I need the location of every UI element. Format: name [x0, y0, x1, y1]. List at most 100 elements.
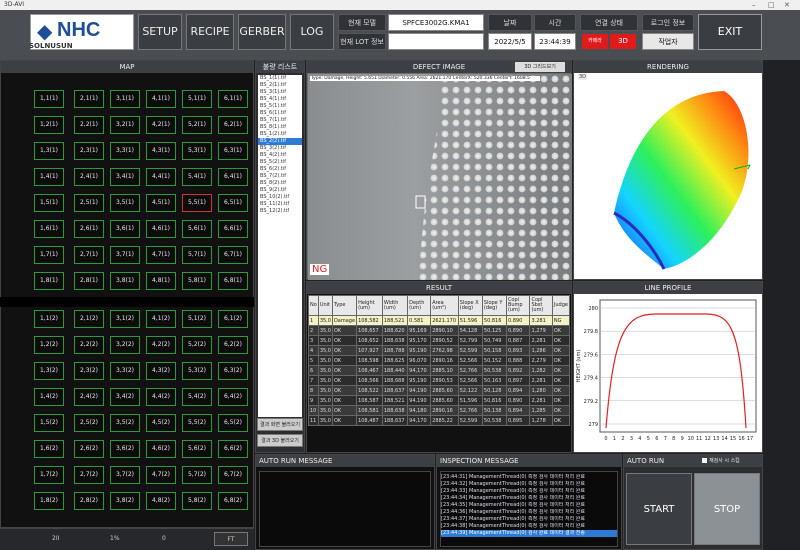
recipe-button[interactable]: RECIPE: [186, 14, 234, 50]
skip-retest-checkbox[interactable]: 재검사 시 스킵: [702, 457, 740, 464]
map-cell[interactable]: 4,3(2): [146, 362, 176, 380]
load-3d-button[interactable]: 결과 3D 불러오기: [257, 434, 303, 447]
defect-list-item[interactable]: BS_6(1).tif: [258, 110, 302, 117]
map-cell[interactable]: 5,6(2): [182, 440, 212, 458]
map-cell[interactable]: 2,6(2): [74, 440, 104, 458]
map-cell[interactable]: 4,6(1): [146, 220, 176, 238]
map-cell[interactable]: 2,2(1): [74, 116, 104, 134]
defect-list-item[interactable]: BS_5(2).tif: [258, 159, 302, 166]
map-cell[interactable]: 4,2(1): [146, 116, 176, 134]
map-cell[interactable]: 3,4(1): [110, 168, 140, 186]
map-cell[interactable]: 2,1(1): [74, 90, 104, 108]
start-button[interactable]: START: [626, 473, 692, 545]
map-cell[interactable]: 1,6(2): [34, 440, 64, 458]
map-cell[interactable]: 5,8(2): [182, 492, 212, 510]
defect-list-item[interactable]: BS_8(2).tif: [258, 180, 302, 187]
map-cell[interactable]: 3,8(1): [110, 272, 140, 290]
stop-button[interactable]: STOP: [694, 473, 760, 545]
map-cell[interactable]: 5,1(1): [182, 90, 212, 108]
map-cell[interactable]: 2,8(1): [74, 272, 104, 290]
result-column-header[interactable]: Judge: [551, 295, 570, 316]
map-cell[interactable]: 4,2(2): [146, 336, 176, 354]
map-cell[interactable]: 4,4(1): [146, 168, 176, 186]
defect-list-item[interactable]: BS_11(2).tif: [258, 201, 302, 208]
result-column-header[interactable]: Unit: [317, 295, 333, 316]
map-cell[interactable]: 3,3(2): [110, 362, 140, 380]
map-cell[interactable]: 1,3(2): [34, 362, 64, 380]
map-cell[interactable]: 2,4(2): [74, 388, 104, 406]
result-row[interactable]: 8 35,0 OK 108,522 188,637 94,190 2885,60 52,122…: [308, 385, 570, 396]
map-cell[interactable]: 2,3(1): [74, 142, 104, 160]
map-cell[interactable]: 6,5(2): [218, 414, 248, 432]
map-cell[interactable]: 5,2(1): [182, 116, 212, 134]
map-cell[interactable]: 3,2(1): [110, 116, 140, 134]
map-cell[interactable]: 2,6(1): [74, 220, 104, 238]
map-cell[interactable]: 1,8(2): [34, 492, 64, 510]
defect-list-item[interactable]: BS_7(2).tif: [258, 173, 302, 180]
map-cell[interactable]: 4,3(1): [146, 142, 176, 160]
load-result-button[interactable]: 결과 화면 불러오기: [257, 418, 303, 431]
3d-render-view[interactable]: [574, 73, 762, 279]
map-cell[interactable]: 2,5(1): [74, 194, 104, 212]
result-column-header[interactable]: Width (um): [381, 295, 409, 316]
defect-list-item[interactable]: BS_12(2).tif: [258, 208, 302, 215]
map-cell[interactable]: 3,3(1): [110, 142, 140, 160]
map-cell[interactable]: 1,8(1): [34, 272, 64, 290]
map-cell[interactable]: 5,4(2): [182, 388, 212, 406]
map-cell[interactable]: 6,3(2): [218, 362, 248, 380]
defect-list-item[interactable]: BS_2(1).tif: [258, 82, 302, 89]
maximize-icon[interactable]: □: [768, 0, 775, 10]
map-cell[interactable]: 5,4(1): [182, 168, 212, 186]
result-column-header[interactable]: No: [308, 295, 319, 316]
checkbox-icon[interactable]: [702, 458, 707, 463]
map-cell[interactable]: 5,3(1): [182, 142, 212, 160]
map-cell[interactable]: 6,6(2): [218, 440, 248, 458]
log-button[interactable]: LOG: [290, 14, 334, 50]
map-cell[interactable]: 5,3(2): [182, 362, 212, 380]
map-cell[interactable]: 5,7(2): [182, 466, 212, 484]
result-column-header[interactable]: Slope Y (deg): [481, 295, 507, 316]
result-column-header[interactable]: Type: [331, 295, 358, 316]
result-row[interactable]: 9 35,0 OK 108,587 188,521 94,190 2885,60 51,596…: [308, 395, 570, 406]
map-cell[interactable]: 2,8(2): [74, 492, 104, 510]
map-cell[interactable]: 6,8(1): [218, 272, 248, 290]
result-table[interactable]: No Unit Type Height (um) Width (um) Depth (um…: [308, 295, 570, 426]
map-cell[interactable]: 4,7(2): [146, 466, 176, 484]
map-cell[interactable]: 4,8(2): [146, 492, 176, 510]
map-cell[interactable]: 1,6(1): [34, 220, 64, 238]
map-cell[interactable]: 4,4(2): [146, 388, 176, 406]
inspection-message-log[interactable]: [23:44:31] ManagementThread(0) 측정 검사 데이터…: [440, 471, 618, 547]
map-cell[interactable]: 1,3(1): [34, 142, 64, 160]
map-cell[interactable]: 4,1(1): [146, 90, 176, 108]
defect-list-item[interactable]: BS_1(1).tif: [258, 75, 302, 82]
result-column-header[interactable]: Depth (um): [407, 295, 432, 316]
map-cell[interactable]: 6,3(1): [218, 142, 248, 160]
result-row[interactable]: 11 35,0 OK 108,487 188,637 94,170 2885,22 52,59…: [308, 415, 570, 426]
gerber-button[interactable]: GERBER: [238, 14, 286, 50]
map-cell[interactable]: 2,3(2): [74, 362, 104, 380]
defect-list-item[interactable]: BS_3(2).tif: [258, 145, 302, 152]
footer-ft-button[interactable]: FT: [214, 532, 248, 546]
map-cell[interactable]: 5,2(2): [182, 336, 212, 354]
map-cell[interactable]: 4,8(1): [146, 272, 176, 290]
result-column-header[interactable]: Copl Bump (um): [505, 295, 531, 316]
defect-list-item[interactable]: BS_1(2).tif: [258, 131, 302, 138]
map-cell[interactable]: 3,2(2): [110, 336, 140, 354]
map-cell[interactable]: 2,5(2): [74, 414, 104, 432]
map-cell[interactable]: 3,8(2): [110, 492, 140, 510]
map-cell[interactable]: 5,1(2): [182, 310, 212, 328]
result-row[interactable]: 3 35,0 OK 108,652 188,638 95,170 2890,52 52,799…: [308, 335, 570, 346]
map-cell[interactable]: 1,5(1): [34, 194, 64, 212]
map-cell[interactable]: 6,4(2): [218, 388, 248, 406]
map-cell[interactable]: 5,7(1): [182, 246, 212, 264]
defect-list[interactable]: BS_1(1).tif BS_2(1).tif BS_3(1).tif BS_4(1)…: [258, 75, 302, 417]
result-column-header[interactable]: Copl Sbst (um): [529, 295, 553, 316]
defect-list-item[interactable]: BS_4(2).tif: [258, 152, 302, 159]
defect-list-item[interactable]: BS_7(1).tif: [258, 117, 302, 124]
map-cell[interactable]: 1,2(1): [34, 116, 64, 134]
map-cell[interactable]: 6,5(1): [218, 194, 248, 212]
map-cell[interactable]: 1,1(2): [34, 310, 64, 328]
map-cell[interactable]: 2,4(1): [74, 168, 104, 186]
map-cell[interactable]: 6,8(2): [218, 492, 248, 510]
map-cell[interactable]: 1,1(1): [34, 90, 64, 108]
